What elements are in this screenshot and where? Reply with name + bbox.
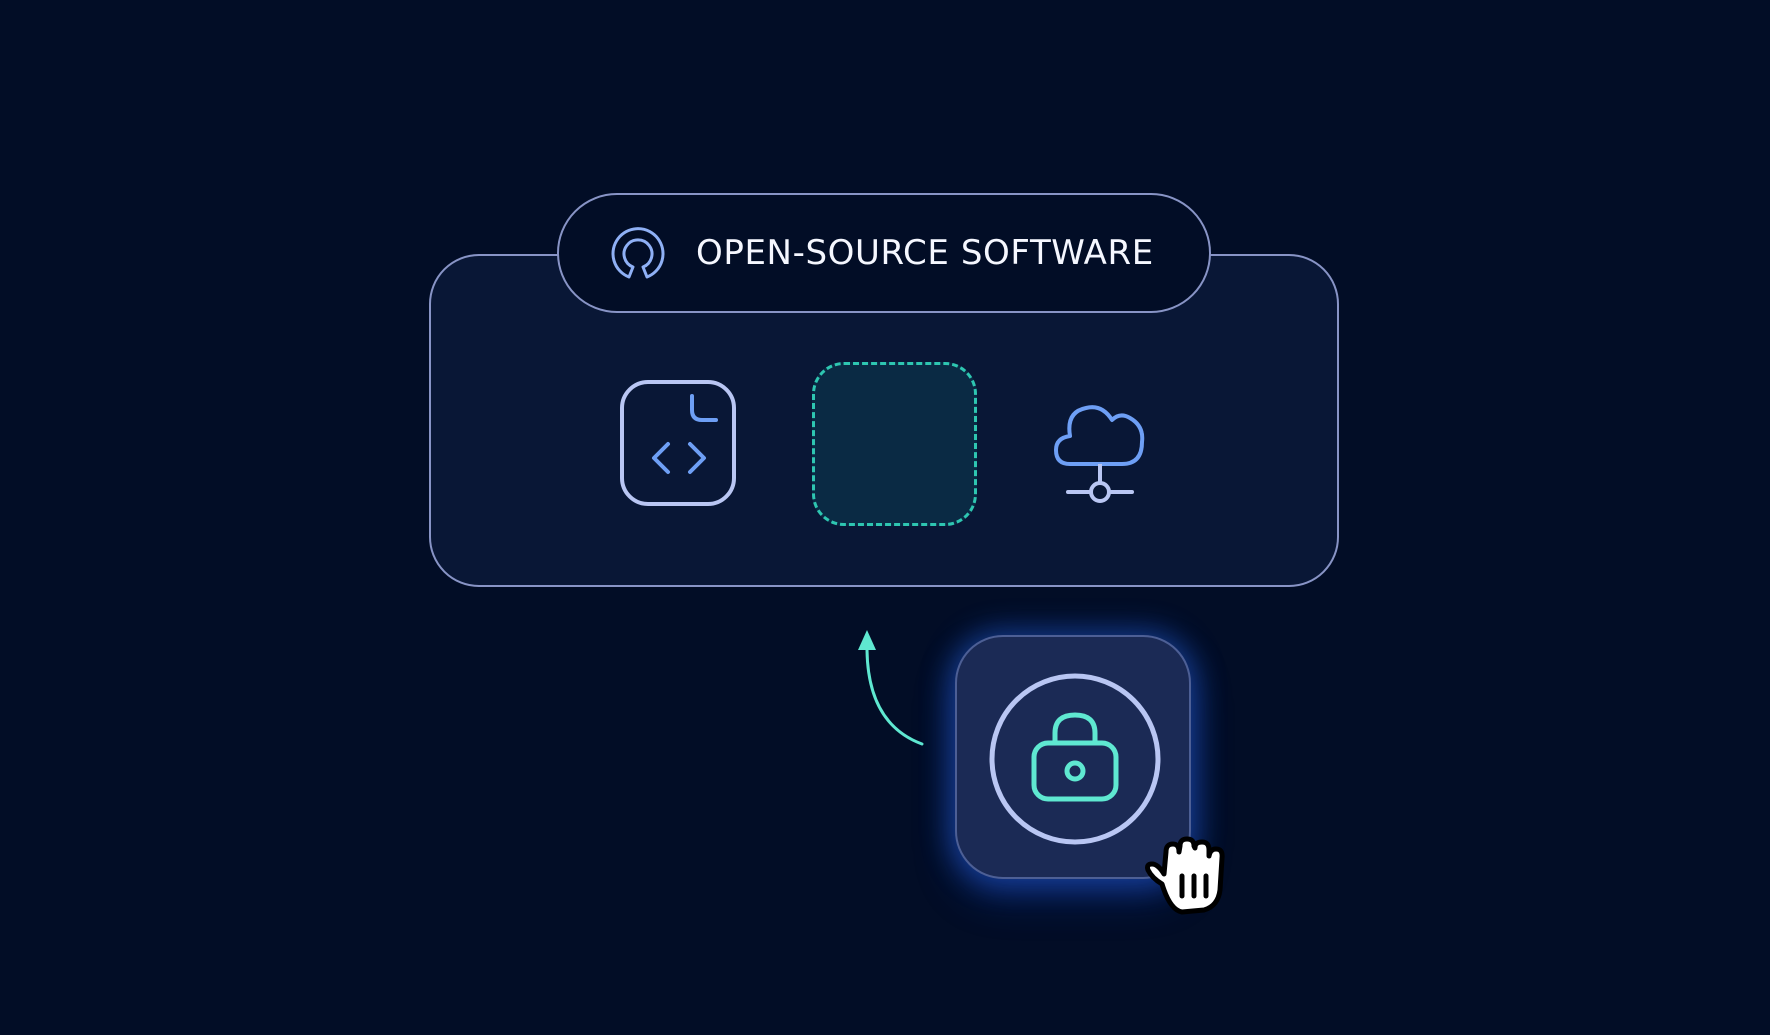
open-source-initiative-icon — [603, 219, 673, 289]
cloud-network-icon — [1050, 386, 1150, 506]
lock-icon — [1034, 715, 1116, 799]
grab-hand-cursor-icon — [1142, 834, 1234, 918]
header-title: OPEN-SOURCE SOFTWARE — [696, 195, 1154, 311]
header-pill: OPEN-SOURCE SOFTWARE — [557, 193, 1211, 313]
curved-arrow-icon — [850, 620, 930, 750]
drop-target-slot[interactable] — [812, 362, 977, 526]
code-file-icon — [620, 380, 738, 508]
illustration-canvas: OPEN-SOURCE SOFTWARE — [0, 0, 1770, 1035]
